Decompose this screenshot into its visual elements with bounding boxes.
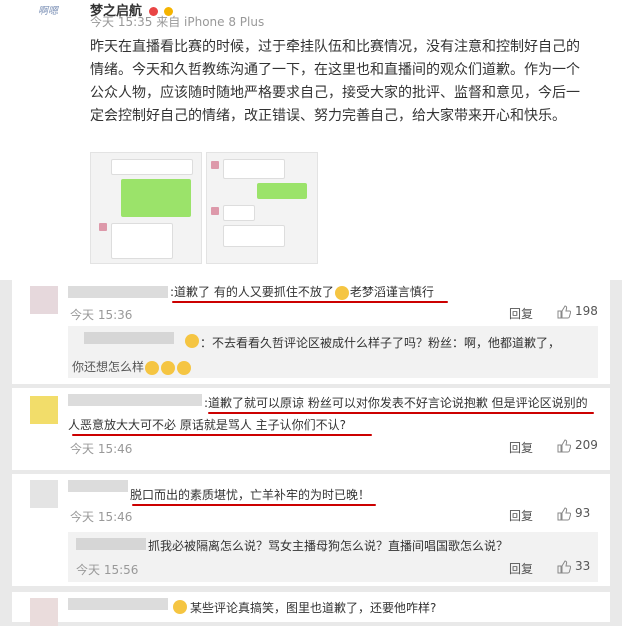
comment-3: 脱口而出的素质堪忧，亡羊补牢的为时已晚！ 今天 15:46 回复 93 抓我必被… [12, 474, 610, 586]
like-button[interactable]: 209 [557, 438, 598, 453]
comment-time: 今天 15:46 [70, 442, 133, 456]
highlight-underline [72, 434, 372, 436]
reply-button[interactable]: 回复 [509, 439, 533, 456]
reply-button[interactable]: 回复 [509, 560, 533, 577]
reply-text: 抓我必被隔离怎么说？骂女主播母狗怎么说？直播间唱国歌怎么说？ [148, 539, 509, 553]
comment-text: 脱口而出的素质堪忧，亡羊补牢的为时已晚！ [130, 488, 371, 502]
nested-reply: 抓我必被隔离怎么说？骂女主播母狗怎么说？直播间唱国歌怎么说？ 今天 15:56 … [68, 532, 598, 582]
weibo-post: 啊嗯 梦之启航 今天 15:35 来自 iPhone 8 Plus 昨天在直播看… [0, 0, 622, 280]
emoji-icon [185, 334, 199, 348]
emoji-icon [145, 360, 160, 375]
post-image-2[interactable] [206, 152, 318, 264]
emoji-icon [173, 600, 187, 614]
nested-reply: ：不去看看久哲评论区被成什么样子了吗？粉丝：啊，他都道歉了， 你还想怎么样 [68, 326, 598, 378]
comment-time: 今天 15:36 [70, 308, 133, 322]
reply-time: 今天 15:56 [76, 563, 139, 577]
comment-time: 今天 15:46 [70, 510, 133, 524]
emoji-icon [177, 360, 192, 375]
highlight-underline [208, 412, 594, 414]
reply-username-blurred[interactable] [76, 538, 146, 550]
thumbs-up-icon [557, 559, 571, 573]
comment-username-blurred[interactable] [68, 598, 168, 610]
emoji-icon [161, 360, 176, 375]
comment-text-line1: :道歉了就可以原谅 粉丝可以对你发表不好言论说抱歉 但是评论区说别的 [204, 396, 588, 410]
comment-username-blurred[interactable] [68, 480, 128, 492]
comment-avatar[interactable] [30, 396, 58, 424]
like-button[interactable]: 33 [557, 559, 590, 574]
comment-1: :道歉了 有的人又要抓住不放了 老梦滔谨言慎行 今天 15:36 回复 198 ：… [12, 280, 610, 384]
post-meta: 今天 15:35 来自 iPhone 8 Plus [90, 15, 265, 29]
avatar[interactable]: 啊嗯 [38, 2, 68, 17]
reply-button[interactable]: 回复 [509, 305, 533, 322]
comment-avatar[interactable] [30, 286, 58, 314]
like-button[interactable]: 198 [557, 304, 598, 319]
like-button[interactable]: 93 [557, 506, 590, 521]
highlight-underline [132, 504, 376, 506]
reply-text: ：不去看看久哲评论区被成什么样子了吗？粉丝：啊，他都道歉了， [200, 336, 561, 350]
thumbs-up-icon [557, 506, 571, 520]
comment-avatar[interactable] [30, 480, 58, 508]
comment-username-blurred[interactable] [68, 286, 168, 298]
reply-username-blurred[interactable] [84, 332, 174, 344]
post-image-1[interactable] [90, 152, 202, 264]
emoji-icon [334, 285, 349, 300]
post-images [90, 152, 318, 264]
reply-button[interactable]: 回复 [509, 507, 533, 524]
thumbs-up-icon [557, 304, 571, 318]
comment-username-blurred[interactable] [68, 394, 202, 406]
post-body: 昨天在直播看比赛的时候，过于牵挂队伍和比赛情况，没有注意和控制好自己的情绪。今天… [90, 39, 580, 124]
reply-text-cont: 你还想怎么样 [72, 358, 192, 375]
comment-text: 某些评论真搞笑，图里也道歉了，还要他咋样? [190, 601, 437, 615]
comment-text: :道歉了 有的人又要抓住不放了 老梦滔谨言慎行 [170, 285, 434, 300]
highlight-underline [172, 301, 448, 303]
comment-text-line2: 人恶意放大大可不必 原话就是骂人 主子认你们不认? [68, 418, 347, 432]
thumbs-up-icon [557, 438, 571, 452]
comment-4: 某些评论真搞笑，图里也道歉了，还要他咋样? [12, 592, 610, 626]
comment-2: :道歉了就可以原谅 粉丝可以对你发表不好言论说抱歉 但是评论区说别的 人恶意放大… [12, 388, 610, 470]
